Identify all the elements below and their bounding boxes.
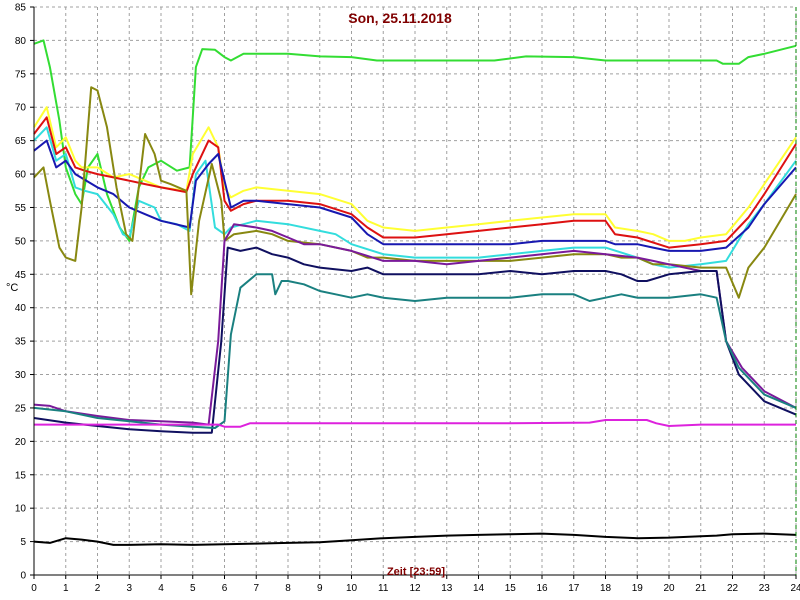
x-tick-label: 21 — [695, 583, 707, 594]
x-tick-label: 22 — [727, 583, 739, 594]
y-tick-label: 5 — [20, 537, 26, 548]
x-tick-label: 4 — [158, 583, 164, 594]
x-tick-label: 13 — [441, 583, 453, 594]
x-tick-label: 0 — [31, 583, 37, 594]
x-tick-label: 1 — [63, 583, 69, 594]
y-tick-label: 30 — [15, 370, 27, 381]
x-tick-label: 24 — [790, 583, 800, 594]
chart-title: Son, 25.11.2018 — [348, 10, 452, 26]
y-tick-label: 65 — [15, 136, 27, 147]
x-tick-label: 11 — [378, 583, 389, 594]
y-tick-label: 0 — [20, 571, 26, 582]
x-tick-label: 5 — [190, 583, 196, 594]
y-tick-label: 40 — [15, 303, 27, 314]
x-tick-label: 9 — [317, 583, 323, 594]
y-tick-label: 10 — [15, 504, 27, 515]
y-tick-label: 35 — [15, 337, 27, 348]
x-axis-label: Zeit [23:59] — [387, 566, 445, 578]
y-tick-label: 60 — [15, 170, 27, 181]
y-tick-label: 85 — [15, 3, 27, 14]
y-tick-label: 15 — [15, 470, 27, 481]
y-tick-label: 45 — [15, 270, 27, 281]
x-tick-label: 18 — [600, 583, 612, 594]
x-tick-label: 2 — [95, 583, 101, 594]
y-axis-label: °C — [6, 282, 18, 294]
x-tick-label: 8 — [285, 583, 291, 594]
y-tick-label: 55 — [15, 203, 27, 214]
y-tick-label: 25 — [15, 403, 27, 414]
y-tick-label: 50 — [15, 236, 27, 247]
x-tick-label: 16 — [536, 583, 548, 594]
x-tick-label: 10 — [346, 583, 358, 594]
x-tick-label: 6 — [222, 583, 228, 594]
x-tick-label: 17 — [568, 583, 580, 594]
line-chart: 05101520253035404550556065707580850 1 2 3 4 5… — [0, 0, 800, 600]
y-tick-label: 20 — [15, 437, 27, 448]
x-tick-label: 7 — [253, 583, 259, 594]
x-tick-label: 3 — [126, 583, 132, 594]
y-tick-label: 75 — [15, 69, 27, 80]
x-tick-label: 20 — [663, 583, 675, 594]
x-tick-label: 23 — [759, 583, 771, 594]
y-tick-label: 80 — [15, 36, 27, 47]
x-tick-label: 19 — [632, 583, 644, 594]
y-tick-label: 70 — [15, 103, 27, 114]
x-tick-label: 15 — [505, 583, 517, 594]
x-tick-label: 12 — [409, 583, 421, 594]
x-tick-label: 14 — [473, 583, 485, 594]
